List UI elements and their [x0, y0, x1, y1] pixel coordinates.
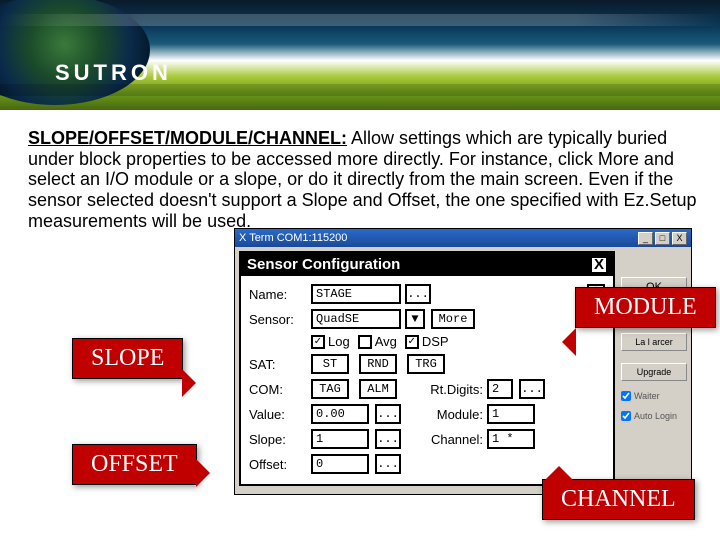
name-more-button[interactable]: ...: [405, 284, 431, 304]
callout-slope: SLOPE: [72, 338, 183, 379]
com-label: COM:: [249, 382, 311, 397]
value-label: Value:: [249, 407, 311, 422]
close-window-button[interactable]: X: [672, 232, 687, 245]
rnd-button[interactable]: RND: [359, 354, 397, 374]
channel-label: Channel:: [425, 432, 487, 447]
log-checkbox[interactable]: ✓Log: [311, 334, 350, 349]
maximize-button[interactable]: □: [655, 232, 670, 245]
check-icon: ✓: [405, 335, 419, 349]
checkbox-icon: [358, 335, 372, 349]
autologin-checkbox[interactable]: Auto Login: [621, 411, 687, 421]
rtdigits-more-button[interactable]: ...: [519, 379, 545, 399]
sensor-field[interactable]: QuadSE: [311, 309, 401, 329]
logo-text: SUTRON: [55, 60, 172, 86]
offset-field[interactable]: 0: [311, 454, 369, 474]
alm-button[interactable]: ALM: [359, 379, 397, 399]
offset-more-button[interactable]: ...: [375, 454, 401, 474]
rtdigits-field[interactable]: 2: [487, 379, 513, 399]
dsp-checkbox[interactable]: ✓DSP: [405, 334, 449, 349]
callout-channel: CHANNEL: [542, 479, 695, 520]
description-paragraph: SLOPE/OFFSET/MODULE/CHANNEL: Allow setti…: [28, 128, 700, 231]
module-field[interactable]: 1: [487, 404, 535, 424]
dialog-titlebar: Sensor Configuration X: [241, 253, 613, 276]
xterm-window: X Term COM1:115200 _ □ X Sensor Configur…: [234, 228, 692, 495]
lamarker-button[interactable]: La l arcer: [621, 333, 687, 351]
value-more-button[interactable]: ...: [375, 404, 401, 424]
dialog-close-button[interactable]: X: [591, 257, 607, 273]
value-field[interactable]: 0.00: [311, 404, 369, 424]
name-field[interactable]: STAGE: [311, 284, 401, 304]
slope-field[interactable]: 1: [311, 429, 369, 449]
slope-more-button[interactable]: ...: [375, 429, 401, 449]
paragraph-heading: SLOPE/OFFSET/MODULE/CHANNEL:: [28, 128, 347, 148]
avg-checkbox[interactable]: Avg: [358, 334, 397, 349]
callout-offset: OFFSET: [72, 444, 197, 485]
sensor-config-dialog: Sensor Configuration X Name: STAGE ... ▲…: [239, 251, 615, 486]
sensor-more-button[interactable]: More: [431, 309, 475, 329]
minimize-button[interactable]: _: [638, 232, 653, 245]
slope-label: Slope:: [249, 432, 311, 447]
upgrade-button[interactable]: Upgrade: [621, 363, 687, 381]
rtdigits-label: Rt.Digits:: [411, 382, 487, 397]
wait-checkbox[interactable]: Waiter: [621, 391, 687, 401]
module-label: Module:: [425, 407, 487, 422]
tag-button[interactable]: TAG: [311, 379, 349, 399]
name-label: Name:: [249, 287, 311, 302]
callout-module: MODULE: [575, 287, 716, 328]
xterm-titlebar[interactable]: X Term COM1:115200 _ □ X: [235, 229, 691, 247]
sensor-dropdown-button[interactable]: ▼: [405, 309, 425, 329]
dialog-title-text: Sensor Configuration: [247, 256, 400, 273]
sensor-label: Sensor:: [249, 312, 311, 327]
trg-button[interactable]: TRG: [407, 354, 445, 374]
offset-label: Offset:: [249, 457, 311, 472]
check-icon: ✓: [311, 335, 325, 349]
channel-field[interactable]: 1 *: [487, 429, 535, 449]
header-banner: SUTRON: [0, 0, 720, 110]
st-button[interactable]: ST: [311, 354, 349, 374]
sat-label: SAT:: [249, 357, 311, 372]
xterm-title-text: X Term COM1:115200: [239, 232, 636, 244]
